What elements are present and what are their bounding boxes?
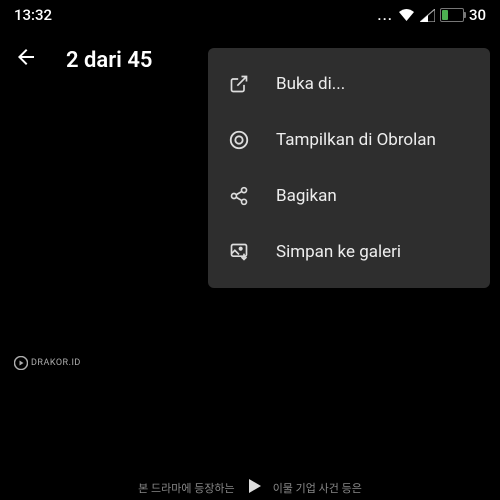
subtitle-text-left: 본 드라마에 등장하는 [138, 480, 235, 496]
status-bar: 13:32 ... 30 [0, 0, 500, 30]
back-icon[interactable] [14, 45, 38, 76]
eye-icon [228, 129, 250, 151]
watermark-logo-icon [14, 356, 28, 370]
menu-item-show-in-chat[interactable]: Tampilkan di Obrolan [208, 112, 490, 168]
signal-icon [420, 9, 435, 22]
menu-label: Buka di... [276, 74, 345, 94]
menu-label: Tampilkan di Obrolan [276, 130, 436, 150]
menu-label: Bagikan [276, 186, 337, 206]
video-subtitle: 본 드라마에 등장하는 이물 기업 사건 등은 [0, 477, 500, 498]
menu-item-save-gallery[interactable]: Simpan ke galeri [208, 224, 490, 280]
open-external-icon [228, 73, 250, 95]
battery-percent: 30 [469, 6, 486, 24]
menu-item-share[interactable]: Bagikan [208, 168, 490, 224]
subtitle-text-right: 이물 기업 사건 등은 [273, 480, 362, 496]
download-image-icon [228, 241, 250, 263]
more-dots-icon: ... [377, 6, 393, 24]
context-menu: Buka di... Tampilkan di Obrolan Bagikan … [208, 48, 490, 288]
share-icon [228, 185, 250, 207]
watermark: DRAKOR.ID [14, 356, 81, 370]
watermark-text: DRAKOR.ID [31, 358, 81, 368]
status-time: 13:32 [14, 6, 52, 24]
battery-icon [440, 8, 464, 22]
play-icon[interactable] [245, 477, 263, 498]
wifi-icon [398, 8, 415, 22]
menu-label: Simpan ke galeri [276, 242, 401, 262]
menu-item-open-in[interactable]: Buka di... [208, 56, 490, 112]
page-title: 2 dari 45 [66, 48, 152, 73]
status-icons: ... 30 [377, 6, 486, 24]
